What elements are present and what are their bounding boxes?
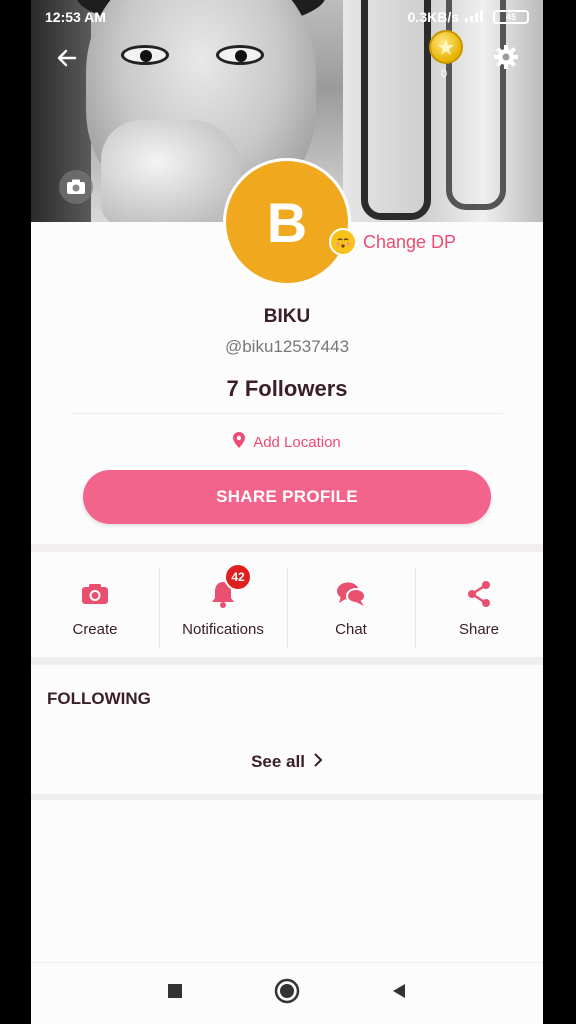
signal-icon <box>465 9 487 25</box>
status-bar: 12:53 AM 0.3KB/s 45 <box>31 0 543 34</box>
back-arrow-icon[interactable] <box>53 44 81 72</box>
app-screen: 12:53 AM 0.3KB/s 45 0 B Change DP BIKU @… <box>31 0 543 1024</box>
notifications-action[interactable]: 42 Notifications <box>159 560 287 656</box>
location-pin-icon <box>233 432 246 452</box>
avatar[interactable]: B <box>223 158 351 286</box>
chat-icon <box>336 579 366 609</box>
change-dp-button[interactable]: Change DP <box>329 228 456 256</box>
back-triangle-icon[interactable] <box>390 982 408 1005</box>
status-time: 12:53 AM <box>45 9 106 25</box>
create-label: Create <box>72 620 118 638</box>
actions-row: Create 42 Notifications Chat Share <box>31 560 543 656</box>
edit-cover-camera-icon[interactable] <box>59 170 93 204</box>
chat-label: Chat <box>335 620 367 638</box>
divider <box>71 413 503 414</box>
avatar-letter: B <box>266 190 308 254</box>
home-circle-icon[interactable] <box>274 978 300 1009</box>
section-separator <box>31 794 543 800</box>
profile-name: BIKU <box>263 306 311 327</box>
add-location-link[interactable]: Add Location <box>31 432 543 452</box>
notifications-badge: 42 <box>224 562 252 591</box>
see-all-link[interactable]: See all <box>31 752 543 772</box>
share-icon <box>466 579 492 609</box>
coin-icon[interactable] <box>429 30 463 64</box>
bell-icon: 42 <box>210 562 252 609</box>
recents-square-icon[interactable] <box>166 982 184 1005</box>
share-profile-button[interactable]: SHARE PROFILE <box>83 470 491 524</box>
change-dp-label: Change DP <box>363 231 457 252</box>
battery-icon: 45 <box>493 10 529 24</box>
notifications-label: Notifications <box>182 620 264 638</box>
kissing-face-emoji-icon <box>329 228 357 256</box>
chevron-right-icon <box>313 752 323 772</box>
settings-gear-icon[interactable] <box>491 42 521 72</box>
section-separator <box>31 657 543 665</box>
camera-icon <box>81 579 109 609</box>
share-action[interactable]: Share <box>415 560 543 656</box>
system-nav-bar <box>31 962 543 1024</box>
chat-action[interactable]: Chat <box>287 560 415 656</box>
coin-count: 0 <box>441 68 448 80</box>
profile-handle: @biku12537443 <box>224 337 350 356</box>
add-location-label: Add Location <box>253 433 341 451</box>
network-speed: 0.3KB/s <box>407 9 459 25</box>
create-action[interactable]: Create <box>31 560 159 656</box>
see-all-label: See all <box>251 752 305 771</box>
following-section-title: FOLLOWING <box>47 689 151 708</box>
share-label: Share <box>458 620 500 638</box>
section-separator <box>31 544 543 552</box>
followers-count[interactable]: 7 Followers <box>31 376 543 402</box>
